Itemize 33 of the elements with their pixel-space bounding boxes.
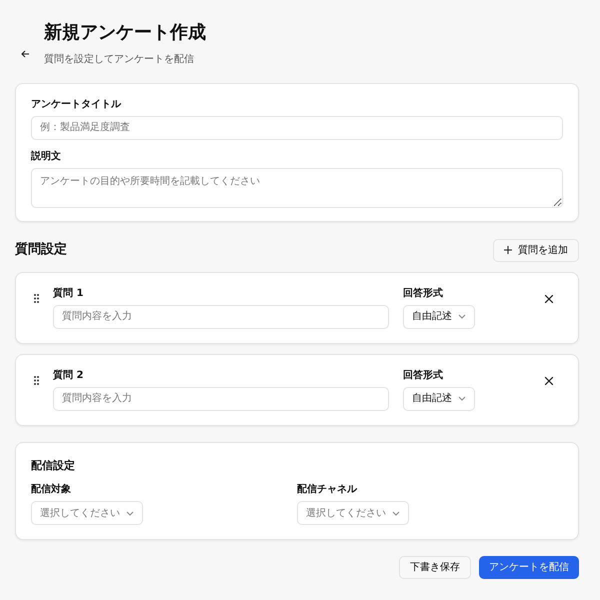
field-label: 回答形式	[403, 368, 444, 383]
select-dropdown[interactable]: 選択してください	[297, 501, 409, 526]
field-label: アンケートタイトル	[31, 98, 122, 112]
input-field[interactable]: 例：製品満足度調査	[31, 116, 563, 140]
section-heading: 質問設定	[15, 240, 67, 260]
chevron-down-icon	[458, 396, 466, 402]
field-label: 説明文	[31, 150, 62, 164]
plus-icon	[504, 246, 512, 254]
drag-handle-icon[interactable]	[34, 294, 39, 303]
add-question-button[interactable]: 質問を追加	[493, 238, 579, 262]
question-input[interactable]: 質問内容を入力	[53, 386, 389, 411]
textarea-field[interactable]: アンケートの目的や所要時間を記載してください	[31, 168, 563, 208]
chevron-down-icon	[392, 510, 400, 516]
select-dropdown[interactable]: 選択してください	[31, 501, 143, 526]
drag-handle-icon[interactable]	[34, 376, 39, 385]
field-label: 配信チャネル	[297, 482, 358, 498]
field-label: 回答形式	[403, 286, 444, 301]
answer-format-dropdown[interactable]: 自由記述	[403, 304, 475, 329]
close-icon[interactable]	[545, 294, 553, 303]
publish-button[interactable]: アンケートを配信	[479, 556, 579, 580]
save-draft-button[interactable]: 下書き保存	[399, 556, 471, 580]
field-label: 配信対象	[31, 482, 72, 498]
answer-format-dropdown[interactable]: 自由記述	[403, 386, 475, 411]
chevron-down-icon	[126, 510, 134, 516]
section-heading: 配信設定	[31, 458, 76, 474]
back-arrow-icon[interactable]	[21, 50, 30, 58]
page-subtitle: 質問を設定してアンケートを配信	[44, 52, 195, 67]
close-icon[interactable]	[545, 376, 553, 385]
chevron-down-icon	[458, 314, 466, 320]
question-label: 質問 2	[53, 368, 84, 383]
page-title: 新規アンケート作成	[44, 22, 206, 44]
question-label: 質問 1	[53, 286, 84, 301]
question-input[interactable]: 質問内容を入力	[53, 304, 389, 329]
